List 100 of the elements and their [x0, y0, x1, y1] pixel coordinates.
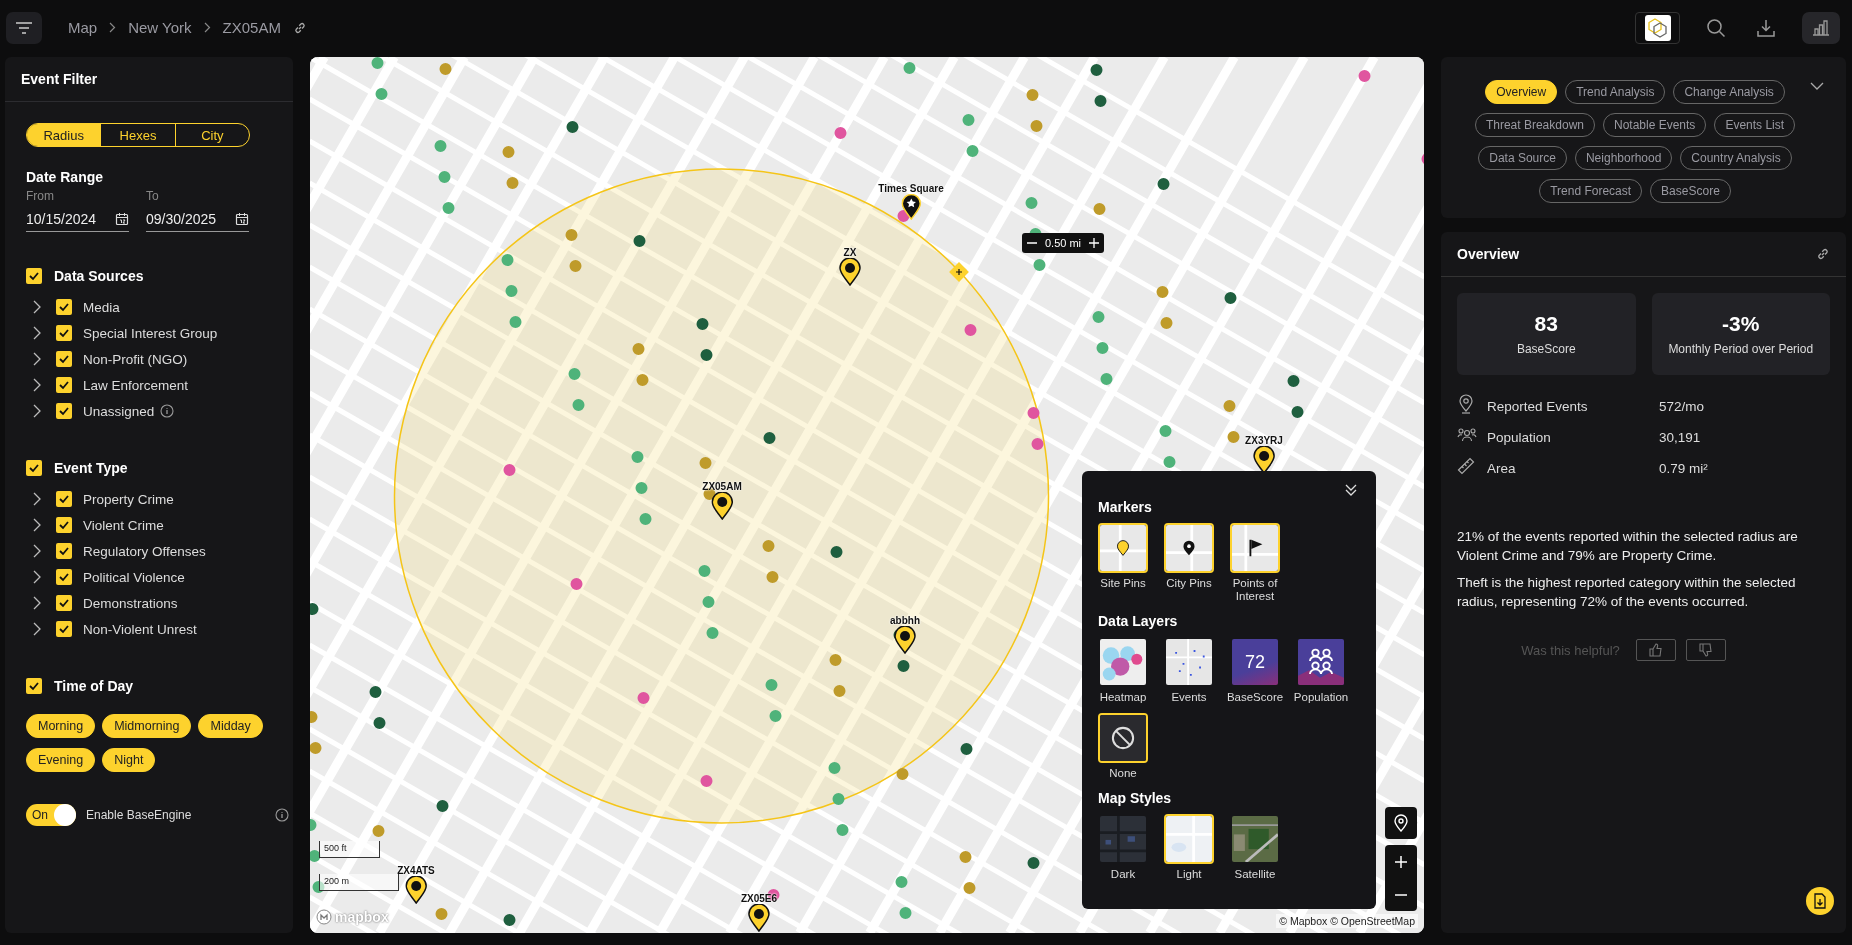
chevron-right-icon[interactable] [32, 570, 41, 584]
checkbox[interactable] [56, 325, 72, 341]
field-label: To [146, 189, 160, 203]
section-title: Map Styles [1098, 789, 1173, 806]
map-pin-icon[interactable] [748, 904, 770, 932]
ruler-icon [1457, 457, 1475, 475]
chevron-right-icon[interactable] [32, 596, 41, 610]
thumbs-up-button[interactable] [1635, 639, 1676, 661]
checkbox[interactable] [56, 569, 72, 585]
checkbox[interactable] [56, 491, 72, 507]
chevron-right-icon[interactable] [32, 326, 41, 340]
people-icon [1457, 426, 1477, 444]
marker-label: Times Square [878, 183, 944, 194]
chevron-right-icon[interactable] [32, 544, 41, 558]
mode-tab[interactable]: Radius [27, 124, 102, 146]
filter-icon [15, 21, 33, 34]
filter-menu-button[interactable] [6, 11, 42, 44]
mode-tab[interactable]: Hexes [101, 124, 176, 146]
feedback-question: Was this helpful? [1521, 642, 1620, 658]
layer-option[interactable]: Events [1164, 637, 1214, 705]
map-logo-text: mapbox [335, 909, 389, 925]
toggle-switch[interactable]: On [26, 804, 76, 826]
section-title: Event Type [54, 460, 128, 476]
city-pin-thumbnail-icon [1166, 525, 1212, 571]
chevron-right-icon[interactable] [32, 518, 41, 532]
plus-icon [1089, 238, 1099, 248]
date-field[interactable]: 09/30/2025 [146, 207, 249, 232]
thumbs-down-button[interactable] [1685, 639, 1726, 661]
logo-button[interactable] [1635, 11, 1680, 44]
layer-option[interactable]: Heatmap [1098, 637, 1148, 705]
checkbox[interactable] [56, 351, 72, 367]
link-icon[interactable] [292, 20, 307, 35]
map-pin-icon[interactable] [405, 876, 427, 904]
time-chip[interactable]: Night [102, 748, 156, 772]
marker-label: ZX [843, 247, 857, 258]
chevron-right-icon[interactable] [32, 378, 41, 392]
breadcrumb-link[interactable]: ZX05AM [222, 19, 281, 36]
thumbs-up-icon [1648, 643, 1663, 657]
checkbox[interactable] [26, 268, 42, 284]
chevron-right-icon[interactable] [32, 492, 41, 506]
checkbox[interactable] [56, 299, 72, 315]
map-attribution[interactable]: © Mapbox © OpenStreetMap [1276, 914, 1418, 928]
dark-map-thumbnail-icon [1100, 815, 1146, 862]
checkbox[interactable] [26, 678, 42, 694]
locate-button[interactable] [1385, 807, 1417, 839]
radius-control[interactable]: 0.50 mi [1022, 233, 1104, 253]
marker-label: ZX4ATS [397, 865, 435, 876]
scale-bar: 200 m [319, 874, 399, 891]
chart-button[interactable] [1802, 11, 1840, 44]
chevron-right-icon[interactable] [32, 622, 41, 636]
breadcrumb-link[interactable]: New York [128, 19, 192, 36]
metric-label: Reported Events [1486, 398, 1589, 414]
calendar-icon[interactable] [115, 212, 129, 226]
marker-label: abbhh [890, 615, 920, 626]
stat-value: -3% [1722, 312, 1760, 336]
map-pin-icon[interactable] [839, 258, 861, 286]
heatmap-thumbnail-icon [1100, 639, 1146, 686]
minus-icon [1027, 242, 1037, 244]
calendar-icon[interactable] [235, 212, 249, 226]
minus-icon [1394, 893, 1408, 896]
chevron-right-icon[interactable] [32, 300, 41, 314]
layer-option[interactable]: Population [1296, 637, 1346, 705]
time-chip[interactable]: Morning [26, 714, 96, 738]
double-chevron-icon [1344, 483, 1358, 497]
chevron-right-icon[interactable] [32, 404, 41, 418]
layer-option[interactable]: Dark [1098, 813, 1148, 882]
link-icon[interactable] [1816, 247, 1830, 261]
document-download-icon [1813, 893, 1827, 909]
checkbox[interactable] [56, 517, 72, 533]
people-thumbnail-icon [1298, 639, 1344, 686]
map-pin-icon[interactable] [711, 492, 733, 520]
plus-icon [1394, 854, 1408, 869]
checkbox[interactable] [56, 543, 72, 559]
metric-value: 30,191 [1659, 429, 1701, 445]
panel-title: Event Filter [21, 71, 98, 87]
checkbox[interactable] [56, 621, 72, 637]
time-chip[interactable]: Evening [26, 748, 96, 772]
layer-option[interactable]: Satellite [1230, 813, 1280, 882]
events-thumbnail-icon [1166, 639, 1212, 686]
checkbox[interactable] [56, 403, 72, 419]
checkbox[interactable] [56, 595, 72, 611]
section-title: Data Layers [1098, 613, 1179, 630]
date-field[interactable]: 10/15/2024 [26, 207, 129, 232]
stat-value: 83 [1534, 312, 1558, 336]
export-button[interactable] [1806, 887, 1834, 915]
time-chip[interactable]: Midday [198, 714, 263, 738]
marker-label: ZX05E6 [740, 893, 778, 904]
increase-button[interactable] [1088, 237, 1100, 249]
analysis-tab[interactable]: Overview [1485, 80, 1558, 104]
chevron-right-icon[interactable] [32, 352, 41, 366]
toggle-label: Enable BaseEngine [86, 808, 193, 822]
mode-tab[interactable]: City [175, 124, 249, 146]
checkbox-label: Property Crime [83, 491, 174, 507]
map-pin-icon[interactable] [894, 626, 916, 654]
resize-handle-icon[interactable] [948, 261, 970, 283]
time-chip[interactable]: Midmorning [102, 714, 192, 738]
checkbox[interactable] [26, 460, 42, 476]
breadcrumb-link[interactable]: Map [68, 19, 98, 36]
star-pin-icon[interactable] [901, 194, 921, 220]
checkbox[interactable] [56, 377, 72, 393]
